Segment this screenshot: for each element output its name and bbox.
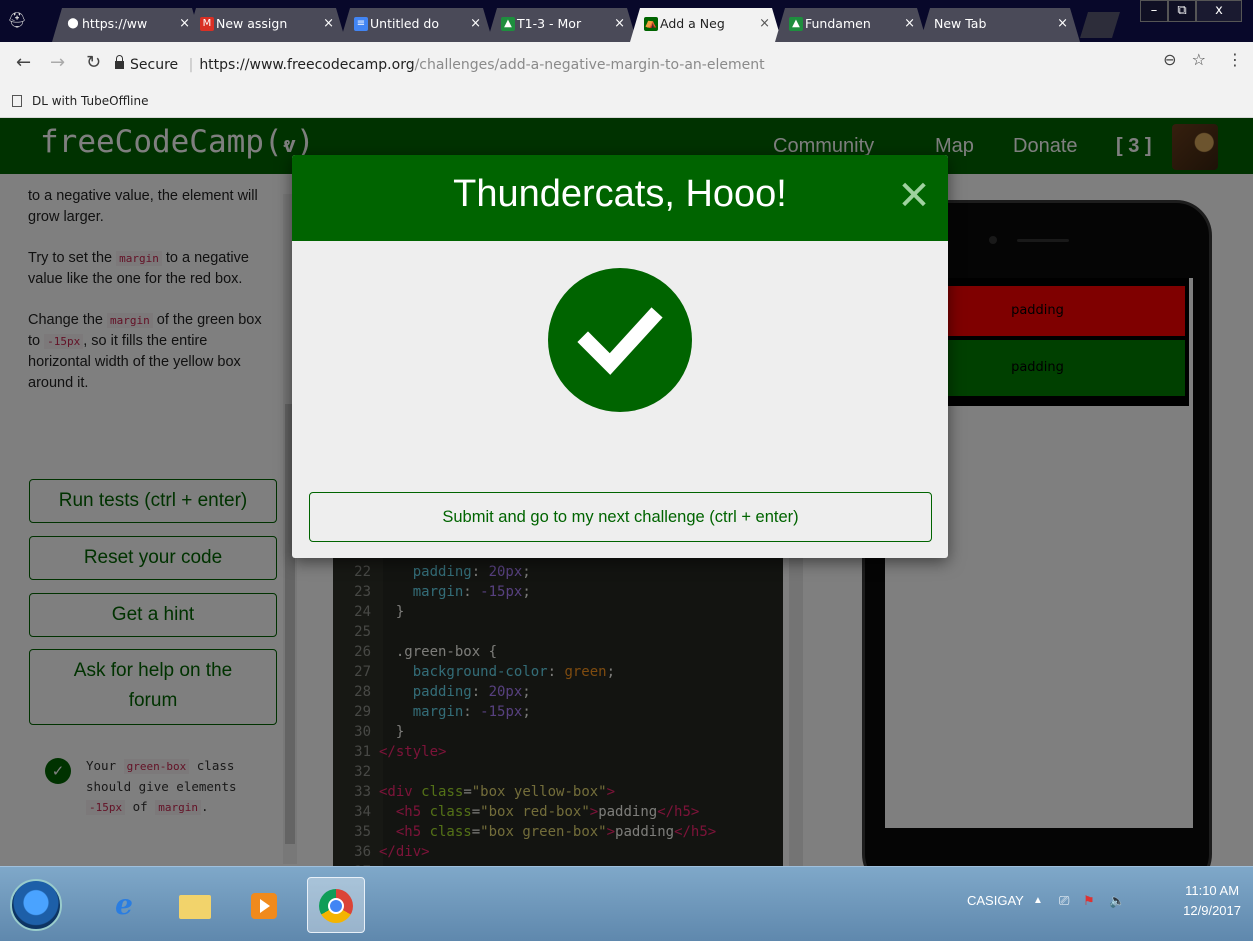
zoom-icon[interactable]: ⊖	[1163, 50, 1176, 69]
media-player-icon[interactable]	[235, 877, 293, 933]
browser-toolbar: ← → ↻ Secure | https://www.freecodecamp.o…	[0, 42, 1253, 88]
tab-strip: ⛑ ⬤ https://ww × M New assign × ≡ Untitled do × ▲…	[0, 0, 1253, 42]
bookmark-star-icon[interactable]: ☆	[1192, 50, 1206, 69]
back-arrow-icon[interactable]: ←	[16, 52, 31, 73]
tab-title: Untitled do	[370, 16, 440, 31]
reload-icon[interactable]: ↻	[86, 52, 101, 73]
system-tray: CASIGAY ▲ ⎚ ⚑ 🔈 11:10 AM 12/9/2017	[933, 867, 1253, 941]
shield-icon: ⬤	[67, 18, 79, 29]
tab-title: https://ww	[82, 16, 148, 31]
tab-7[interactable]: New Tab ×	[920, 8, 1080, 42]
internet-explorer-icon[interactable]: e	[95, 877, 153, 933]
file-explorer-icon[interactable]	[166, 877, 224, 933]
new-tab-button[interactable]	[1080, 12, 1120, 38]
forward-arrow-icon[interactable]: →	[50, 52, 65, 73]
start-button[interactable]	[10, 879, 62, 931]
tab-close-icon[interactable]: ×	[759, 8, 770, 40]
tab-close-icon[interactable]: ×	[470, 8, 481, 40]
lock-icon	[115, 55, 124, 69]
tab-title: New assign	[216, 16, 288, 31]
bookmarks-bar: DL with TubeOffline	[0, 88, 1253, 118]
tab-close-icon[interactable]: ×	[614, 8, 625, 40]
clock-date: 12/9/2017	[1183, 903, 1241, 918]
page-icon	[12, 95, 22, 107]
action-center-icon[interactable]: ⚑	[1083, 893, 1095, 909]
bookmark-item[interactable]: DL with TubeOffline	[32, 94, 149, 108]
success-check-icon	[548, 268, 692, 412]
gmail-icon: M	[200, 17, 214, 31]
minimize-button[interactable]: –	[1140, 0, 1168, 22]
modal-header: Thundercats, Hooo! ✕	[292, 155, 948, 241]
menu-dots-icon[interactable]: ⋮	[1227, 50, 1243, 69]
url-path: /challenges/add-a-negative-margin-to-an-…	[414, 57, 765, 73]
tab-4[interactable]: ▲ T1-3 - Mor ×	[487, 8, 637, 42]
tab-title: New Tab	[934, 16, 987, 31]
network-icon[interactable]: ⎚	[1059, 893, 1069, 909]
tab-close-icon[interactable]: ×	[323, 8, 334, 40]
tab-6[interactable]: ▲ Fundamen ×	[775, 8, 927, 42]
clock[interactable]: 11:10 AM 12/9/2017	[1183, 881, 1241, 921]
tab-close-icon[interactable]: ×	[904, 8, 915, 40]
tab-title: Fundamen	[805, 16, 871, 31]
omnibox-actions: ⊖ ☆ ⋮	[1163, 50, 1243, 69]
volume-icon[interactable]: 🔈	[1109, 893, 1125, 909]
close-icon[interactable]: ✕	[892, 171, 936, 221]
tab-5[interactable]: ⛺ Add a Neg ×	[630, 8, 782, 42]
tab-title: Add a Neg	[660, 16, 725, 31]
classroom-icon: ▲	[789, 17, 803, 31]
tray-expand-icon[interactable]: ▲	[1033, 895, 1043, 906]
address-bar[interactable]: Secure | https://www.freecodecamp.org/cha…	[115, 52, 1225, 78]
success-modal: Thundercats, Hooo! ✕ Submit and go to my…	[292, 155, 948, 558]
security-label: Secure	[130, 57, 179, 73]
tray-user: CASIGAY	[967, 893, 1024, 908]
window-close-button[interactable]: x	[1196, 0, 1242, 22]
tab-2[interactable]: M New assign ×	[186, 8, 346, 42]
tab-3[interactable]: ≡ Untitled do ×	[340, 8, 493, 42]
chrome-taskbar-icon[interactable]	[307, 877, 365, 933]
tab-close-icon[interactable]: ×	[1057, 8, 1068, 40]
tab-1[interactable]: ⬤ https://ww ×	[52, 8, 202, 42]
classroom-icon: ▲	[501, 17, 515, 31]
tab-search-icon[interactable]: ⛑	[6, 9, 28, 31]
modal-title: Thundercats, Hooo!	[453, 173, 787, 215]
submit-next-challenge-button[interactable]: Submit and go to my next challenge (ctrl…	[309, 492, 932, 542]
tab-title: T1-3 - Mor	[517, 16, 582, 31]
clock-time: 11:10 AM	[1185, 883, 1240, 898]
docs-icon: ≡	[354, 17, 368, 31]
freecodecamp-icon: ⛺	[644, 18, 658, 29]
url-host: https://www.freecodecamp.org	[199, 57, 415, 73]
maximize-button[interactable]: ⧉	[1168, 0, 1196, 22]
windows-taskbar: e CASIGAY ▲ ⎚ ⚑ 🔈 11:10 AM 12/9/2017	[0, 866, 1253, 941]
